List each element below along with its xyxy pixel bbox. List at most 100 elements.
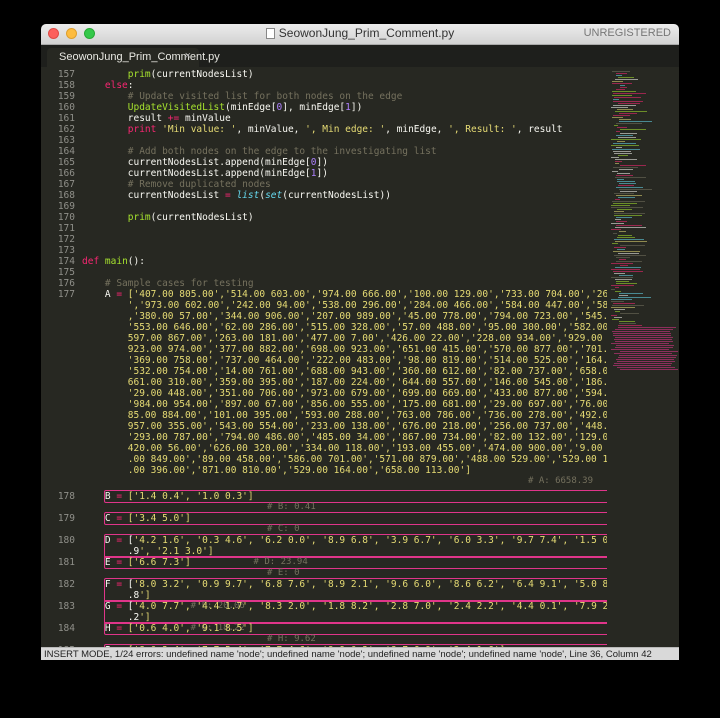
minimap-line [613, 333, 671, 334]
minimap-line [620, 265, 628, 266]
code-line[interactable]: prim(currentNodesList) [82, 69, 254, 80]
line-number: 182 [57, 579, 75, 590]
minimap-line [619, 231, 626, 232]
minimap-line [611, 349, 669, 350]
minimap-line [614, 255, 646, 256]
tab-label: SeowonJung_Prim_Comment.py [59, 51, 220, 63]
line-number: 160 [57, 102, 75, 113]
result-annotation: # A: 6658.39 [528, 476, 594, 486]
minimap-line [615, 177, 646, 178]
code-line[interactable]: '984.00 954.00','897.00 67.00','856.00 5… [82, 399, 607, 410]
minimap-line [612, 201, 645, 202]
code-line[interactable]: else: [82, 80, 134, 91]
code-line[interactable]: '29.00 448.00','351.00 706.00','973.00 6… [82, 388, 607, 399]
line-number: 171 [57, 223, 75, 234]
minimap-line [615, 159, 637, 160]
code-line[interactable]: 85.00 884.00','101.00 395.00','593.00 28… [82, 410, 607, 421]
minimap[interactable] [607, 67, 679, 647]
line-number: 157 [57, 69, 75, 80]
minimap-line [616, 75, 622, 76]
minimap-line [613, 93, 646, 94]
code-line[interactable]: # Sample cases for testing [82, 278, 254, 289]
minimap-line [616, 131, 620, 132]
status-text: INSERT MODE, 1/24 errors: undefined name… [44, 649, 652, 660]
code-line[interactable]: currentNodesList.append(minEdge[1]) [82, 168, 328, 179]
minimap-line [614, 309, 625, 310]
minimap-line [615, 219, 621, 220]
code-line[interactable]: prim(currentNodesList) [82, 212, 254, 223]
minimap-line [614, 97, 641, 98]
minimap-line [614, 247, 626, 248]
code-line[interactable]: UpdateVisitedList(minEdge[0], minEdge[1]… [82, 102, 363, 113]
code-line[interactable]: '532.00 754.00','14.00 761.00','688.00 9… [82, 366, 607, 377]
code-line[interactable]: # Remove duplicated nodes [82, 179, 271, 190]
minimap-line [619, 321, 635, 322]
minimap-line [611, 229, 621, 230]
line-number: 161 [57, 113, 75, 124]
minimap-line [619, 355, 677, 356]
minimap-line [613, 151, 631, 152]
minimap-line [614, 239, 644, 240]
line-number: 169 [57, 201, 75, 212]
line-number: 162 [57, 124, 75, 135]
code-line[interactable]: currentNodesList = list(set(currentNodes… [82, 190, 391, 201]
minimap-line [616, 217, 632, 218]
tab-close-icon[interactable]: × [185, 50, 191, 62]
line-number: 159 [57, 91, 75, 102]
minimap-line [619, 293, 643, 294]
code-line[interactable]: 420.00 56.00','626.00 320.00','334.00 11… [82, 443, 607, 454]
error-highlight-box [104, 622, 607, 635]
minimap-line [612, 171, 618, 172]
code-area[interactable]: prim(currentNodesList) else: # Update vi… [82, 67, 607, 647]
minimap-line [619, 323, 636, 324]
error-highlight-box [104, 578, 607, 602]
minimap-line [619, 183, 636, 184]
code-line[interactable]: .00 396.00','871.00 810.00','529.00 164.… [82, 465, 471, 476]
minimap-line [617, 249, 625, 250]
line-number: 166 [57, 168, 75, 179]
code-line[interactable]: '369.00 758.00','737.00 464.00','222.00 … [82, 355, 607, 366]
code-line[interactable]: ,'380.00 57.00','344.00 906.00','207.00 … [82, 311, 607, 322]
minimap-line [620, 191, 637, 192]
code-line[interactable]: .00 849.00','89.00 458.00','586.00 701.0… [82, 454, 607, 465]
minimap-line [614, 125, 618, 126]
minimap-line [614, 363, 672, 364]
code-line[interactable]: def main(): [82, 256, 145, 267]
code-line[interactable]: 923.00 974.00','377.00 882.00','698.00 9… [82, 344, 607, 355]
minimap-line [615, 199, 620, 200]
minimap-line [615, 161, 622, 162]
code-line[interactable]: A = ['407.00 805.00','514.00 603.00','97… [82, 289, 607, 300]
error-highlight-box [104, 556, 607, 569]
registration-label: UNREGISTERED [583, 27, 671, 39]
tab-file[interactable]: SeowonJung_Prim_Comment.py × [47, 48, 220, 67]
code-line[interactable]: '553.00 646.00','62.00 286.00','515.00 3… [82, 322, 607, 333]
line-number-gutter: 157 158 159 160 161 162 163 164 165 166 167 168 169 1… [41, 67, 75, 647]
minimap-line [614, 215, 642, 216]
code-line[interactable]: # Add both nodes on the edge to the inve… [82, 146, 437, 157]
code-line[interactable]: # Update visited list for both nodes on … [82, 91, 403, 102]
code-line[interactable]: currentNodesList.append(minEdge[0]) [82, 157, 328, 168]
line-number: 175 [57, 267, 75, 278]
minimap-line [613, 271, 643, 272]
minimap-line [617, 181, 635, 182]
code-line[interactable]: '293.00 787.00','794.00 486.00','485.00 … [82, 432, 607, 443]
minimap-line [617, 237, 635, 238]
line-number: 176 [57, 278, 75, 289]
minimap-line [614, 273, 625, 274]
code-line[interactable]: result += minValue [82, 113, 231, 124]
code-editor[interactable]: 157 158 159 160 161 162 163 164 165 166 167 168 169 1… [41, 67, 607, 647]
minimap-line [618, 253, 639, 254]
error-highlight-box [104, 600, 607, 624]
code-line[interactable]: print 'Min value: ', minValue, ', Min ed… [82, 124, 563, 135]
minimap-line [617, 367, 675, 368]
minimap-line [611, 263, 633, 264]
minimap-line [614, 211, 624, 212]
code-line[interactable]: 661.00 310.00','359.00 395.00','187.00 2… [82, 377, 607, 388]
minimap-line [612, 91, 636, 92]
minimap-line [614, 213, 645, 214]
minimap-line [618, 137, 636, 138]
code-line[interactable]: ','973.00 602.00','242.00 94.00','538.00… [82, 300, 607, 311]
code-line[interactable]: 597.00 867.00','263.00 181.00','477.00 7… [82, 333, 607, 344]
minimap-line [618, 325, 642, 326]
code-line[interactable]: 957.00 355.00','543.00 554.00','233.00 1… [82, 421, 607, 432]
